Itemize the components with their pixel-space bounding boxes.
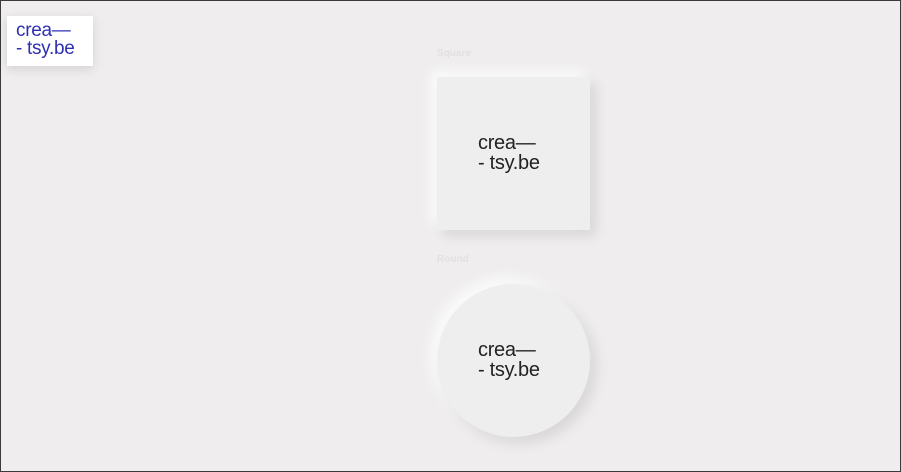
square-logo-text: crea— - tsy.be xyxy=(478,133,540,173)
round-logo-card: crea— - tsy.be xyxy=(437,284,590,437)
square-section-label: Square xyxy=(437,48,471,59)
square-logo-line-1: crea— xyxy=(478,132,536,154)
round-section-label: Round xyxy=(437,254,469,265)
round-logo-text: crea— - tsy.be xyxy=(478,340,540,380)
round-logo-line-1: crea— xyxy=(478,339,536,361)
round-logo-line-2: - tsy.be xyxy=(478,359,540,381)
square-logo-card: crea— - tsy.be xyxy=(437,77,590,230)
square-logo-line-2: - tsy.be xyxy=(478,152,540,174)
brand-logo[interactable]: crea— - tsy.be xyxy=(7,16,93,66)
brand-logo-line-2: - tsy.be xyxy=(16,38,75,59)
